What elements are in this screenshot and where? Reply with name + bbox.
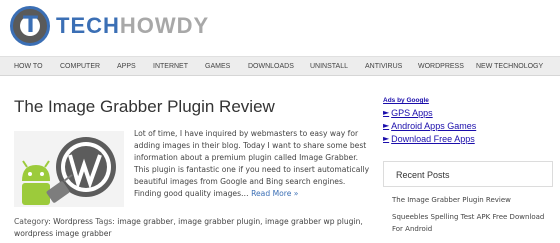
nav-item-new-technology[interactable]: NEW TECHNOLOGY — [476, 58, 543, 76]
nav-item-uninstall[interactable]: UNINSTALL — [310, 58, 348, 76]
article-excerpt: Lot of time, I have inquired by webmaste… — [134, 128, 372, 200]
site-logo[interactable]: T TECHHOWDY — [10, 6, 209, 46]
nav-item-games[interactable]: GAMES — [205, 58, 230, 76]
tags-label: Tags: — [93, 217, 118, 226]
ad-link-label: Android Apps Games — [391, 121, 477, 131]
logo-icon: T — [10, 6, 50, 46]
ad-link-download-free-apps[interactable]: ► Download Free Apps — [383, 133, 553, 145]
nav-item-how-to[interactable]: HOW TO — [14, 58, 43, 76]
category-link[interactable]: Wordpress — [53, 217, 93, 226]
tag-link[interactable]: image grabber — [117, 217, 173, 226]
play-arrow-icon: ► — [383, 108, 390, 117]
nav-item-apps[interactable]: APPS — [117, 58, 136, 76]
nav-item-internet[interactable]: INTERNET — [153, 58, 188, 76]
nav-item-antivirus[interactable]: ANTIVIRUS — [365, 58, 402, 76]
sidebar-ads: Ads by Google ► GPS Apps ► Android Apps Ga… — [383, 96, 553, 145]
site-header: T TECHHOWDY — [0, 0, 560, 56]
ads-by-google-label[interactable]: Ads by Google — [383, 96, 553, 106]
recent-post-link[interactable]: Squeebles Spelling Test APK Free Downloa… — [392, 211, 557, 235]
recent-posts-list: The Image Grabber Plugin Review Squeeble… — [392, 194, 557, 240]
ad-link-android-apps-games[interactable]: ► Android Apps Games — [383, 120, 553, 132]
play-arrow-icon: ► — [383, 121, 390, 130]
article-meta: Category: Wordpress Tags: image grabber,… — [14, 217, 363, 238]
logo-text-howdy: HOWDY — [119, 13, 210, 38]
logo-text-tech: TECH — [56, 13, 120, 38]
tag-link[interactable]: image grabber wp plugin — [265, 217, 360, 226]
recent-posts-header: Recent Posts — [383, 161, 553, 187]
ad-link-gps-apps[interactable]: ► GPS Apps — [383, 107, 553, 119]
ad-link-label: GPS Apps — [391, 108, 433, 118]
article-thumbnail[interactable] — [14, 131, 124, 207]
article-title[interactable]: The Image Grabber Plugin Review — [14, 97, 275, 117]
nav-item-wordpress[interactable]: WORDPRESS — [418, 58, 464, 76]
excerpt-text: Lot of time, I have inquired by webmaste… — [134, 129, 370, 198]
recent-post-link[interactable]: The Image Grabber Plugin Review — [392, 194, 557, 206]
tag-link[interactable]: wordpress image grabber — [14, 229, 112, 238]
ad-link-label: Download Free Apps — [391, 134, 475, 144]
main-nav: HOW TO COMPUTER APPS INTERNET GAMES DOWN… — [0, 56, 560, 76]
logo-wordmark: TECHHOWDY — [56, 14, 209, 38]
nav-item-computer[interactable]: COMPUTER — [60, 58, 100, 76]
play-arrow-icon: ► — [383, 134, 390, 143]
category-label: Category: — [14, 217, 54, 226]
read-more-link[interactable]: Read More » — [251, 189, 298, 198]
recent-posts-title: Recent Posts — [396, 170, 450, 180]
android-wordpress-image — [14, 131, 124, 207]
nav-item-downloads[interactable]: DOWNLOADS — [248, 58, 294, 76]
tag-link[interactable]: image grabber plugin — [178, 217, 260, 226]
